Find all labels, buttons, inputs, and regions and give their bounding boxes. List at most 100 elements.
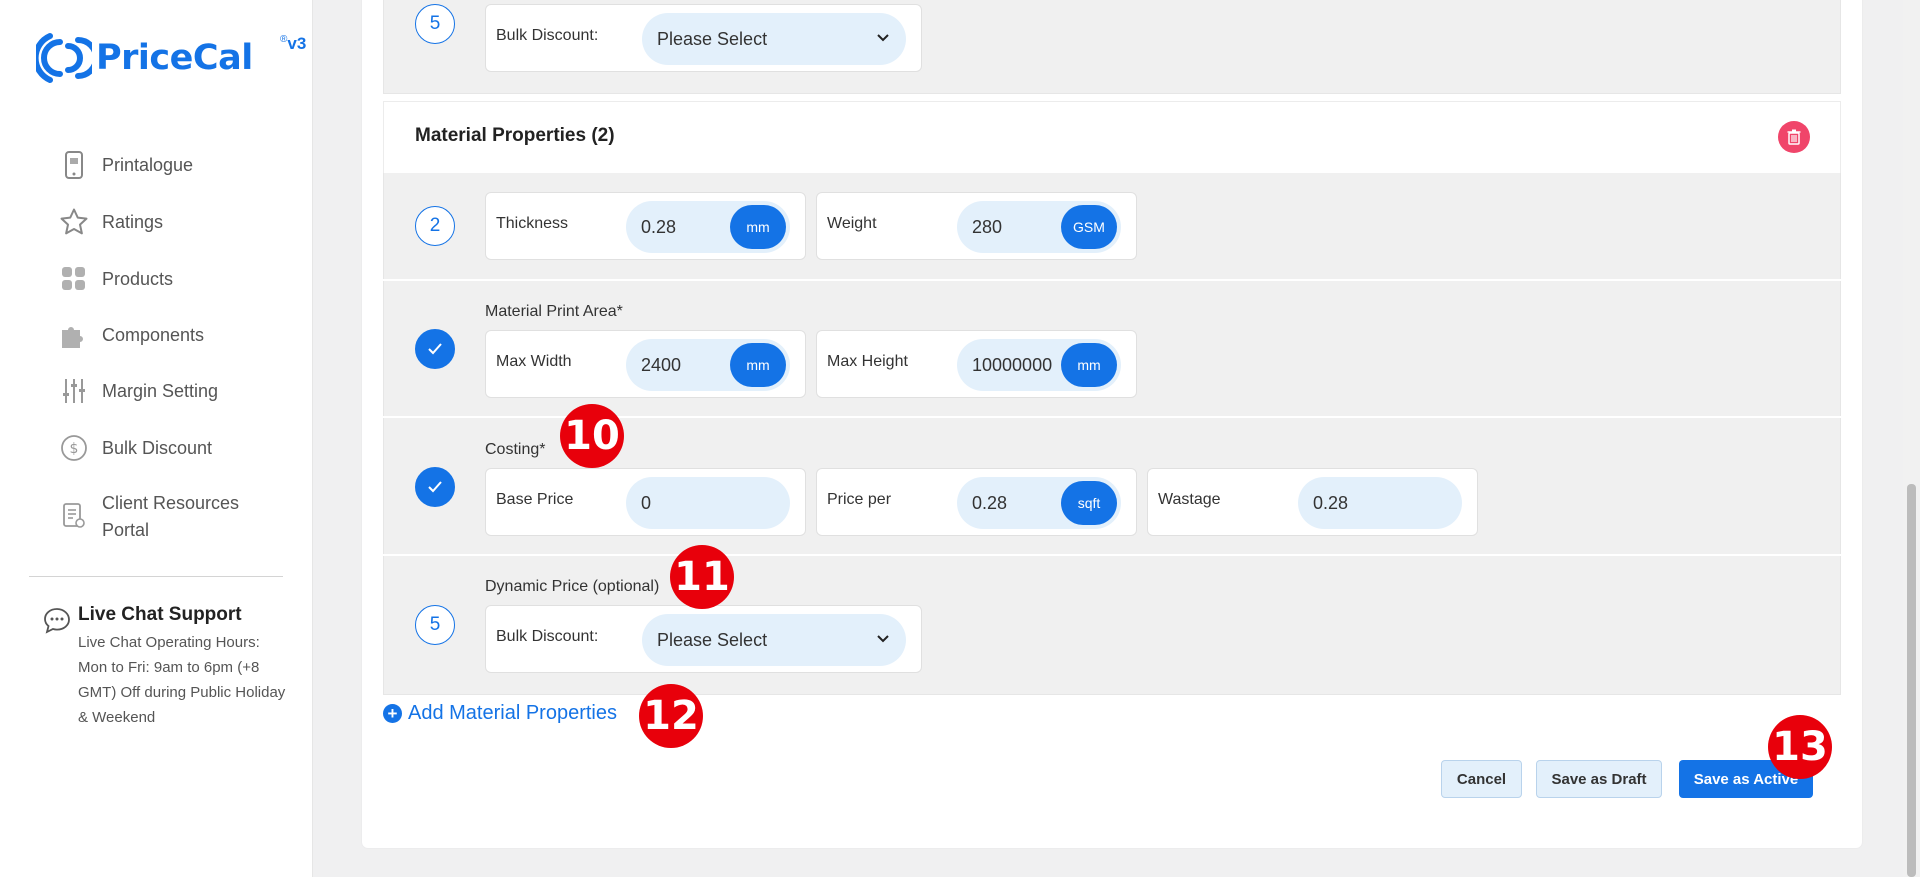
bulk-discount-select[interactable]: Please Select <box>642 614 906 666</box>
check-icon <box>428 481 442 493</box>
select-value: Please Select <box>657 29 768 49</box>
logo[interactable]: PriceCal ®v3 <box>36 28 306 88</box>
input-value: 2400 <box>641 355 682 375</box>
unit-badge: sqft <box>1061 481 1117 525</box>
field-label: Bulk Discount: <box>496 628 599 645</box>
field-label: Max Height <box>827 353 908 370</box>
price-per-field: Price per 0.28 sqft <box>816 468 1137 536</box>
add-material-properties-link[interactable]: + Add Material Properties <box>383 702 617 725</box>
field-label: Price per <box>827 491 892 508</box>
phone-icon <box>58 149 90 181</box>
max-height-field: Max Height 10000000 mm <box>816 330 1137 398</box>
field-label: Thickness <box>496 215 569 232</box>
sidebar: PriceCal ®v3 Printalogue Ratings Product… <box>0 0 313 877</box>
sidebar-item-client-resources[interactable]: Client Resources Portal <box>58 490 252 544</box>
brand-name: PriceCal <box>96 38 253 78</box>
grid-icon <box>58 263 90 295</box>
unit-badge: mm <box>730 343 786 387</box>
sidebar-item-printalogue[interactable]: Printalogue <box>58 149 193 181</box>
delete-section-button[interactable] <box>1778 121 1810 153</box>
input-value: 10000000 <box>972 355 1053 375</box>
sliders-icon <box>58 375 90 407</box>
max-height-input[interactable]: 10000000 mm <box>957 339 1121 391</box>
trash-icon <box>1787 129 1801 145</box>
plus-circle-icon: + <box>383 704 402 723</box>
add-material-label: Add Material Properties <box>408 702 617 724</box>
row-title: Dynamic Price (optional) <box>485 578 660 595</box>
input-value: 0.28 <box>972 493 1008 513</box>
field-label: Bulk Discount: <box>496 27 599 44</box>
sidebar-item-label: Components <box>102 324 205 345</box>
sidebar-item-products[interactable]: Products <box>58 263 173 295</box>
base-price-field: Base Price 0 <box>485 468 806 536</box>
chat-bubble-icon <box>42 606 72 730</box>
cancel-button[interactable]: Cancel <box>1441 760 1522 798</box>
row-separator <box>383 554 1841 556</box>
step-number: 5 <box>415 4 455 44</box>
wastage-field: Wastage 0.28 <box>1147 468 1478 536</box>
row-title: Costing* <box>485 441 546 458</box>
input-value: 0 <box>641 493 652 513</box>
scrollbar-thumb[interactable] <box>1907 484 1916 877</box>
price-per-input[interactable]: 0.28 sqft <box>957 477 1121 529</box>
thickness-field: Thickness 0.28 mm <box>485 192 806 260</box>
step-complete <box>415 467 455 507</box>
sidebar-item-label: Margin Setting <box>102 380 219 401</box>
field-label: Wastage <box>1158 491 1221 508</box>
annotation-badge-10: 10 <box>560 404 624 468</box>
live-chat-support[interactable]: Live Chat Support Live Chat Operating Ho… <box>42 604 288 730</box>
input-value: 280 <box>972 217 1003 237</box>
sidebar-item-label: Products <box>102 268 174 289</box>
annotation-badge-11: 11 <box>670 545 734 609</box>
field-label: Weight <box>827 215 877 232</box>
svg-text:$: $ <box>70 441 79 457</box>
field-label: Base Price <box>496 491 574 508</box>
field-label: Max Width <box>496 353 572 370</box>
check-icon <box>428 343 442 355</box>
annotation-badge-12: 12 <box>639 684 703 748</box>
star-icon <box>58 206 90 238</box>
sidebar-item-bulk-discount[interactable]: $ Bulk Discount <box>58 432 212 464</box>
unit-badge: mm <box>730 205 786 249</box>
select-value: Please Select <box>657 630 768 650</box>
chat-hours: Live Chat Operating Hours: Mon to Fri: 9… <box>78 634 286 726</box>
annotation-badge-13: 13 <box>1768 715 1832 779</box>
sidebar-divider <box>29 576 283 577</box>
step-number: 5 <box>415 605 455 645</box>
weight-field: Weight 280 GSM <box>816 192 1137 260</box>
unit-badge: GSM <box>1061 205 1117 249</box>
bulk-discount-field: Bulk Discount: Please Select <box>485 4 922 72</box>
section-title: Material Properties (2) <box>415 125 615 146</box>
max-width-field: Max Width 2400 mm <box>485 330 806 398</box>
sidebar-item-label: Bulk Discount <box>102 437 213 458</box>
brand-version: ®v3 <box>280 34 307 53</box>
sidebar-item-margin-setting[interactable]: Margin Setting <box>58 375 218 407</box>
document-icon <box>58 500 90 532</box>
chevron-down-icon <box>877 635 889 643</box>
chevron-down-icon <box>877 34 889 42</box>
unit-badge: mm <box>1061 343 1117 387</box>
step-complete <box>415 329 455 369</box>
sidebar-item-ratings[interactable]: Ratings <box>58 206 163 238</box>
wastage-input[interactable]: 0.28 <box>1298 477 1462 529</box>
sidebar-item-label: Printalogue <box>102 154 194 175</box>
row-separator <box>383 279 1841 281</box>
bulk-discount-select[interactable]: Please Select <box>642 13 906 65</box>
bulk-discount-field: Bulk Discount: Please Select <box>485 605 922 673</box>
step-number: 2 <box>415 206 455 246</box>
max-width-input[interactable]: 2400 mm <box>626 339 790 391</box>
input-value: 0.28 <box>1313 493 1349 513</box>
row-title: Material Print Area* <box>485 303 623 320</box>
sidebar-item-label: Ratings <box>102 211 164 232</box>
sidebar-item-components[interactable]: Components <box>58 319 204 351</box>
logo-mark-icon <box>36 33 92 83</box>
save-as-draft-button[interactable]: Save as Draft <box>1536 760 1662 798</box>
weight-input[interactable]: 280 GSM <box>957 201 1121 253</box>
scrollbar[interactable] <box>1903 0 1920 877</box>
puzzle-icon <box>58 319 90 351</box>
dollar-icon: $ <box>58 432 90 464</box>
base-price-input[interactable]: 0 <box>626 477 790 529</box>
sidebar-item-label: Client Resources Portal <box>102 493 240 540</box>
chat-title: Live Chat Support <box>78 604 242 625</box>
thickness-input[interactable]: 0.28 mm <box>626 201 790 253</box>
